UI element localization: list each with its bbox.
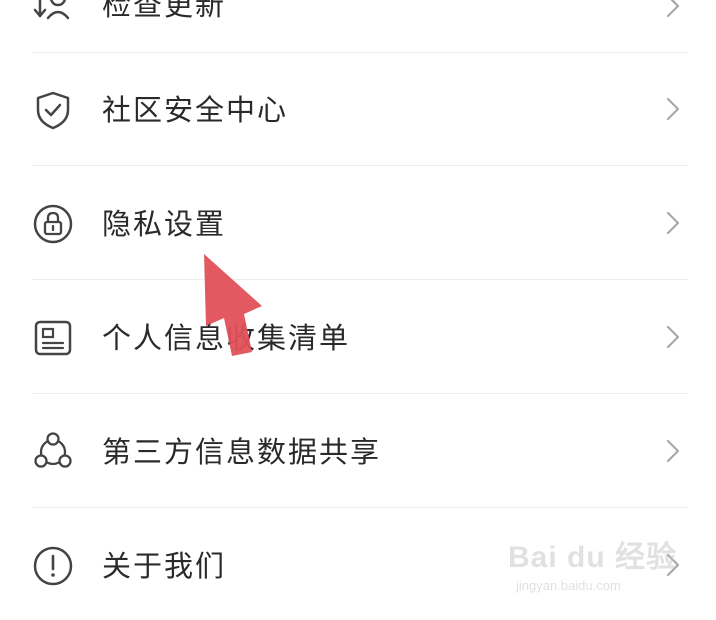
lock-icon bbox=[32, 203, 74, 245]
menu-item-community-security[interactable]: 社区安全中心 bbox=[32, 53, 688, 166]
download-update-icon bbox=[32, 0, 74, 26]
menu-item-privacy-settings[interactable]: 隐私设置 bbox=[32, 167, 688, 280]
chevron-right-icon bbox=[664, 95, 682, 123]
menu-item-label: 隐私设置 bbox=[102, 207, 227, 241]
menu-item-label: 关于我们 bbox=[102, 549, 227, 583]
menu-item-check-update[interactable]: 检查更新 bbox=[32, 0, 688, 53]
menu-item-third-party-sharing[interactable]: 第三方信息数据共享 bbox=[32, 395, 688, 508]
settings-page: 检查更新 社区安全中心 隐私设置 个人信息收集清单 第三方信息数据共享 关于我们… bbox=[0, 0, 716, 620]
baidu-jingyan-watermark: Bai du 经验 jingyan.baidu.com bbox=[508, 532, 678, 602]
chevron-right-icon bbox=[664, 0, 682, 20]
share-nodes-icon bbox=[32, 431, 74, 473]
chevron-right-icon bbox=[664, 437, 682, 465]
chevron-right-icon bbox=[664, 323, 682, 351]
menu-item-label: 第三方信息数据共享 bbox=[102, 435, 382, 469]
watermark-logo: Bai du 经验 bbox=[508, 541, 678, 574]
menu-item-personal-info-list[interactable]: 个人信息收集清单 bbox=[32, 281, 688, 394]
watermark-url: jingyan.baidu.com bbox=[516, 578, 621, 593]
chevron-right-icon bbox=[664, 209, 682, 237]
menu-item-label: 个人信息收集清单 bbox=[102, 321, 351, 355]
shield-check-icon bbox=[32, 89, 74, 131]
info-exclamation-icon bbox=[32, 545, 74, 587]
id-card-icon bbox=[32, 317, 74, 359]
menu-item-label: 检查更新 bbox=[102, 0, 227, 22]
menu-item-label: 社区安全中心 bbox=[102, 93, 289, 127]
